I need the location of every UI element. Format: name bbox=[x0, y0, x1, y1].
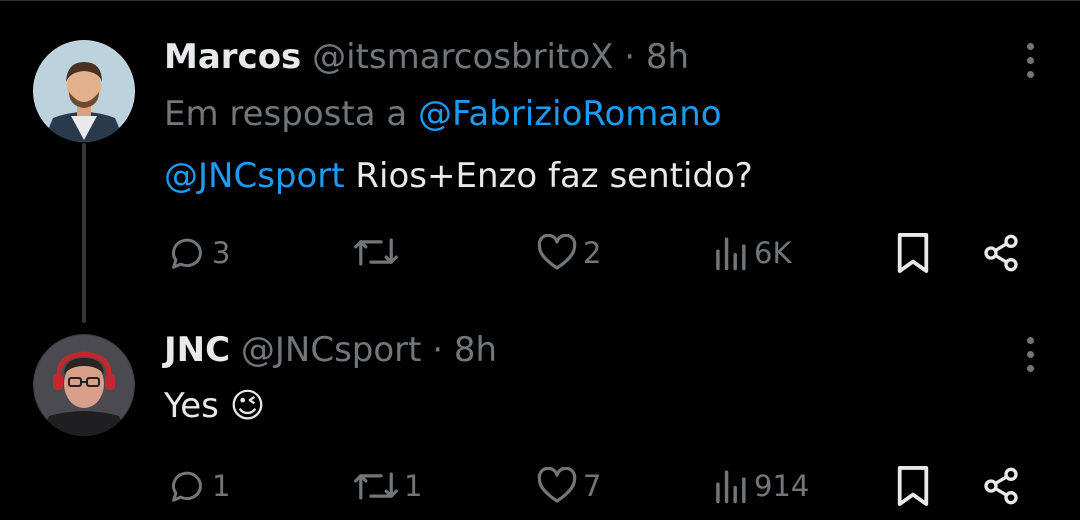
retweet-button[interactable] bbox=[354, 233, 404, 271]
reply-button[interactable]: 1 bbox=[168, 466, 230, 506]
display-name[interactable]: JNC bbox=[164, 330, 230, 370]
tweet-marcos[interactable]: Marcos @itsmarcosbritoX · 8h Em resposta… bbox=[0, 0, 1080, 300]
share-icon bbox=[984, 234, 1018, 272]
views-icon bbox=[716, 237, 746, 271]
reply-count: 1 bbox=[212, 469, 231, 503]
mention-link[interactable]: @JNCsport bbox=[164, 156, 345, 196]
display-name[interactable]: Marcos bbox=[164, 37, 301, 77]
reply-context: Em resposta a @FabrizioRomano bbox=[164, 94, 722, 134]
like-button[interactable]: 2 bbox=[537, 233, 601, 273]
views-count: 914 bbox=[754, 469, 810, 503]
views-button[interactable]: 6K bbox=[712, 233, 791, 273]
tweet-jnc[interactable]: JNC @JNCsport · 8h Yes 😉 1 1 7 914 bbox=[0, 300, 1080, 520]
retweet-icon bbox=[354, 238, 398, 266]
reply-icon bbox=[172, 471, 202, 502]
reply-prefix: Em resposta a bbox=[164, 94, 408, 134]
more-icon[interactable] bbox=[1024, 334, 1036, 374]
handle[interactable]: @itsmarcosbritoX bbox=[312, 37, 613, 77]
views-icon bbox=[716, 470, 746, 504]
heart-icon bbox=[537, 234, 577, 270]
reply-icon bbox=[172, 238, 202, 269]
timestamp[interactable]: 8h bbox=[646, 37, 689, 77]
reply-count: 3 bbox=[212, 236, 231, 270]
like-count: 7 bbox=[583, 469, 602, 503]
tweet-header: JNC @JNCsport · 8h bbox=[164, 330, 497, 370]
like-count: 2 bbox=[583, 236, 602, 270]
share-button[interactable] bbox=[980, 233, 1022, 273]
avatar-marcos[interactable] bbox=[33, 40, 135, 142]
tweet-text: Yes 😉 bbox=[164, 384, 265, 428]
retweet-icon bbox=[354, 472, 398, 500]
bookmark-button[interactable] bbox=[894, 465, 932, 507]
timestamp[interactable]: 8h bbox=[454, 330, 497, 370]
retweet-button[interactable]: 1 bbox=[354, 466, 422, 506]
share-button[interactable] bbox=[980, 466, 1022, 506]
reply-to-link[interactable]: @FabrizioRomano bbox=[418, 94, 722, 134]
tweet-text: @JNCsport Rios+Enzo faz sentido? bbox=[164, 154, 753, 198]
reply-button[interactable]: 3 bbox=[168, 233, 230, 273]
separator-dot: · bbox=[624, 37, 636, 77]
action-bar: 1 1 7 914 bbox=[0, 463, 1080, 513]
tweet-text-body: Yes 😉 bbox=[164, 386, 266, 426]
share-icon bbox=[984, 467, 1018, 505]
bookmark-button[interactable] bbox=[894, 232, 932, 274]
like-button[interactable]: 7 bbox=[537, 466, 601, 506]
bookmark-icon bbox=[897, 466, 929, 506]
action-bar: 3 2 6K bbox=[0, 230, 1080, 280]
handle[interactable]: @JNCsport bbox=[241, 330, 422, 370]
more-icon[interactable] bbox=[1024, 40, 1036, 80]
tweet-text-body: Rios+Enzo faz sentido? bbox=[355, 156, 753, 196]
bookmark-icon bbox=[897, 233, 929, 273]
views-count: 6K bbox=[754, 236, 792, 270]
heart-icon bbox=[537, 467, 577, 503]
retweet-count: 1 bbox=[404, 469, 423, 503]
avatar-jnc[interactable] bbox=[33, 334, 135, 436]
separator-dot: · bbox=[432, 330, 444, 370]
views-button[interactable]: 914 bbox=[712, 466, 809, 506]
tweet-header: Marcos @itsmarcosbritoX · 8h bbox=[164, 37, 689, 77]
